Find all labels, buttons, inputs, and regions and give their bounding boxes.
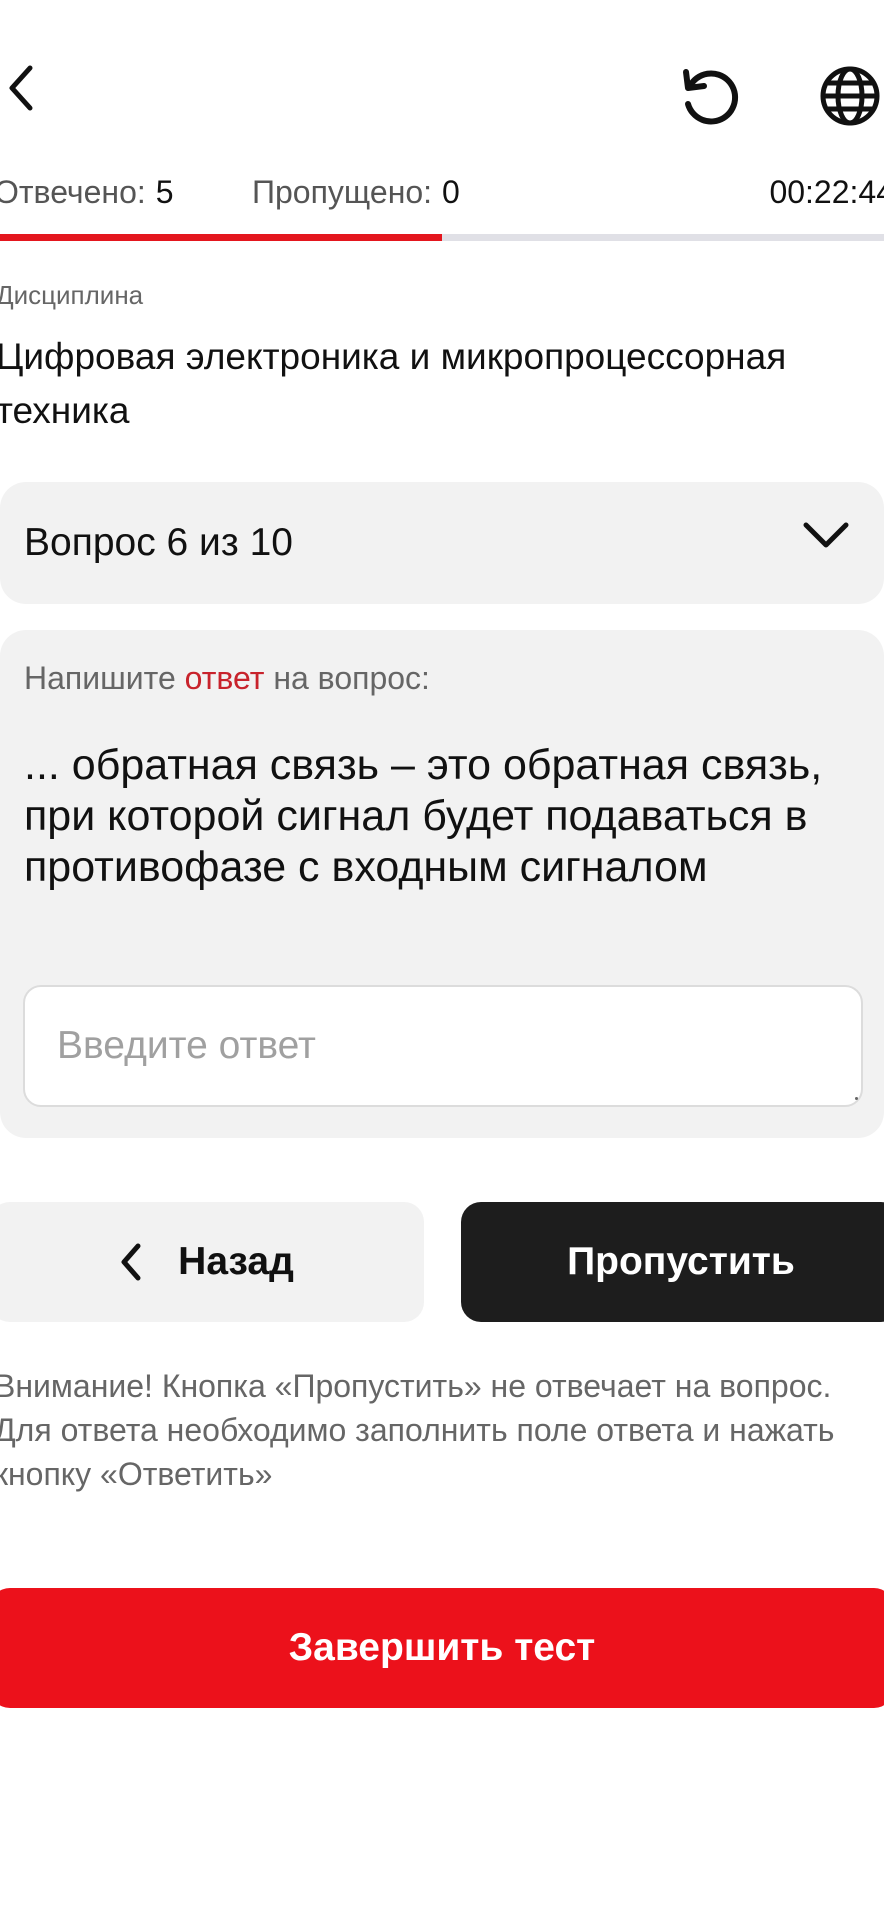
skip-button[interactable]: Пропустить <box>461 1202 884 1322</box>
answered-label: Отвечено: <box>0 174 146 210</box>
answered-count: Отвечено: 5 <box>0 172 174 212</box>
back-question-label: Назад <box>178 1240 294 1283</box>
question-selector[interactable]: Вопрос 6 из 10 <box>0 482 884 604</box>
test-stats: Отвечено: 5 Пропущено: 0 00:22:44 <box>0 172 884 212</box>
question-instruction: Напишите ответ на вопрос: <box>24 660 430 697</box>
question-card: Напишите ответ на вопрос: ... обратная с… <box>0 630 884 1138</box>
resize-handle <box>855 1097 858 1100</box>
instruction-text-after: на вопрос: <box>273 660 430 696</box>
question-text: ... обратная связь – это обратная связь,… <box>24 741 823 891</box>
top-bar <box>0 0 884 150</box>
finish-test-label: Завершить тест <box>288 1626 596 1669</box>
globe-icon <box>820 66 880 126</box>
back-question-button[interactable]: Назад <box>0 1202 424 1322</box>
restart-button[interactable] <box>672 60 744 132</box>
language-button[interactable] <box>818 60 884 132</box>
skipped-value: 0 <box>442 174 460 210</box>
instruction-text-before: Напишите <box>24 660 176 696</box>
chevron-down-icon <box>803 522 849 548</box>
skipped-label: Пропущено: <box>252 174 433 210</box>
skip-label: Пропустить <box>567 1240 795 1283</box>
progress-bar <box>0 234 884 241</box>
back-button[interactable] <box>0 58 60 118</box>
restart-icon <box>683 69 739 125</box>
skipped-count: Пропущено: 0 <box>252 172 460 212</box>
progress-fill <box>0 234 442 241</box>
chevron-left-icon <box>120 1243 142 1281</box>
chevron-left-icon <box>9 65 33 111</box>
skip-warning: Внимание! Кнопка «Пропустить» не отвечае… <box>0 1368 835 1492</box>
discipline-name: Цифровая электроника и микропроцессорная… <box>0 336 787 431</box>
finish-test-button[interactable]: Завершить тест <box>0 1588 884 1708</box>
timer: 00:22:44 <box>769 174 884 210</box>
answered-value: 5 <box>155 174 174 210</box>
question-number: Вопрос 6 из 10 <box>24 521 293 564</box>
answer-input[interactable] <box>23 985 863 1107</box>
instruction-highlight: ответ <box>184 660 265 696</box>
discipline-label: Дисциплина <box>0 280 144 310</box>
